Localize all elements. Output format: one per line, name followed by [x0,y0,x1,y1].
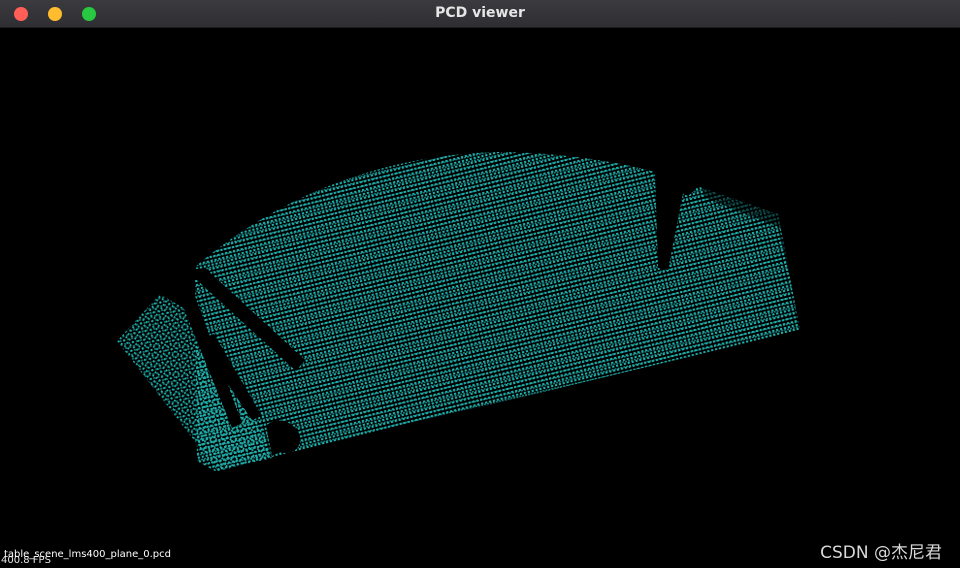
window-titlebar[interactable]: PCD viewer [0,0,960,28]
point-cloud-viewport[interactable] [0,28,960,568]
point-cloud-plane [117,152,800,471]
window-title: PCD viewer [435,5,525,21]
point-cloud-canvas[interactable] [0,28,960,568]
csdn-watermark: CSDN @杰尼君 [820,543,942,563]
fps-counter: 400.8 FPS [1,555,51,566]
